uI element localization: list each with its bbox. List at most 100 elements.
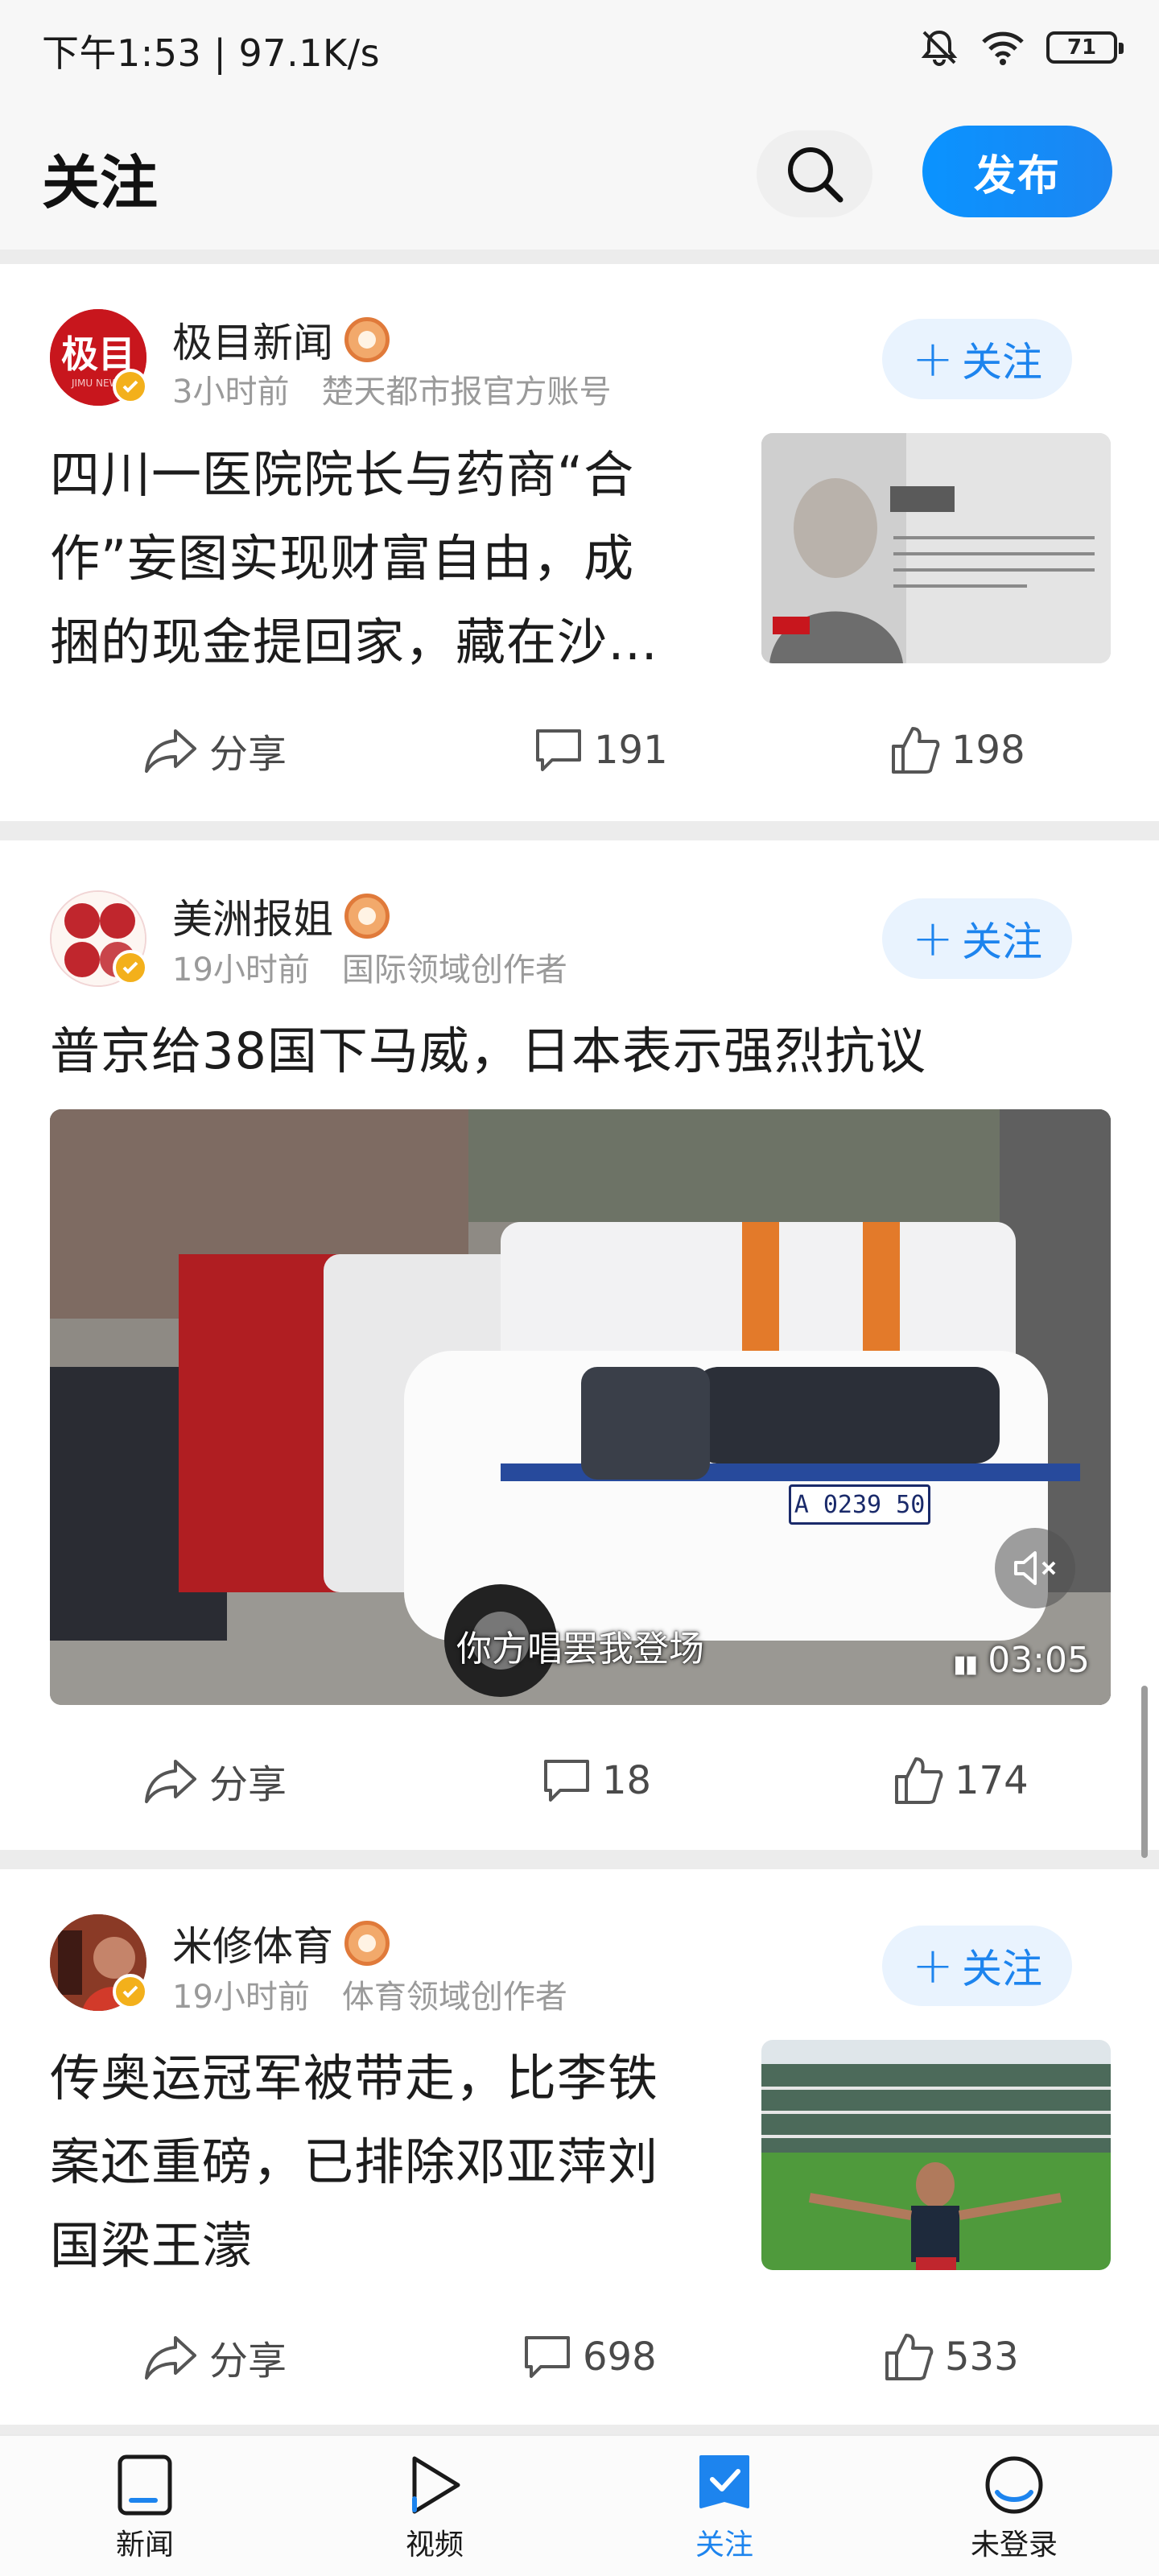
play-video-icon [412,2456,460,2514]
share-icon [145,1760,196,1803]
comment-icon [525,2336,570,2378]
mute-bell-icon [921,30,958,66]
like-button[interactable]: 198 [889,718,1025,782]
user-avatar-icon [985,2456,1043,2514]
like-count: 174 [955,1758,1029,1803]
share-button[interactable]: 分享 [143,2325,287,2389]
creator-medal-icon [344,1921,390,1966]
post-time: 3小时前 [172,374,290,411]
post-meta: 19小时前 体育领域创作者 [172,1971,567,2017]
verified-badge-icon [113,369,148,404]
creator-medal-icon [344,894,390,939]
post-time: 19小时前 [172,952,310,989]
share-button[interactable]: 分享 [143,1748,287,1813]
video-duration-text: 03:05 [988,1640,1090,1681]
headline-line: 作”妄图实现财富自由，成 [50,529,635,588]
share-label: 分享 [209,2339,287,2384]
like-button[interactable]: 533 [882,2325,1019,2389]
share-label: 分享 [209,732,287,777]
comment-count: 18 [602,1758,652,1803]
scrollbar[interactable] [1141,1686,1148,1858]
nav-follow-label: 关注 [695,2529,753,2562]
status-icons: 71 [919,27,1124,68]
share-icon [145,729,196,773]
share-label: 分享 [209,1762,287,1807]
author-description: 体育领域创作者 [341,1979,567,2016]
bars-icon: ▮▮ [953,1650,978,1678]
author-description: 楚天都市报官方账号 [321,374,612,411]
post-meta: 19小时前 国际领域创作者 [172,943,567,990]
post-headline[interactable]: 普京给38国下马威，日本表示强烈抗议 [50,1009,1111,1093]
top-bar: 下午1:53 | 97.1K/s 71 关注 发布 [0,0,1159,250]
headline-line: 国梁王濛 [50,2216,254,2275]
wifi-icon [982,31,1024,65]
follow-button[interactable]: + 关注 [882,319,1072,399]
thumbs-up-icon [885,2334,934,2380]
nav-account[interactable]: 未登录 [934,2454,1095,2563]
headline-line: 传奥运冠军被带走，比李铁 [50,2049,659,2107]
nav-video[interactable]: 视频 [354,2454,515,2563]
battery-indicator: 71 [1046,31,1124,64]
headline-line: 捆的现金提回家，藏在沙… [50,613,659,671]
post-headline[interactable]: 传奥运冠军被带走，比李铁 案还重磅，已排除邓亚萍刘 国梁王濛 [50,2037,742,2288]
news-icon [118,2454,172,2516]
like-count: 198 [951,728,1025,773]
nav-video-label: 视频 [405,2529,464,2562]
nav-news[interactable]: 新闻 [64,2454,225,2563]
comment-button[interactable]: 18 [541,1748,651,1813]
comment-button[interactable]: 698 [522,2325,657,2389]
post-card[interactable]: 美洲报姐 19小时前 国际领域创作者 + 关注 普京给38国下马威，日本表示强烈… [0,840,1159,1850]
follow-label: 关注 [961,339,1042,386]
post-meta: 3小时前 楚天都市报官方账号 [172,365,611,412]
author-name[interactable]: 极目新闻 [172,311,390,369]
muted-speaker-icon [1014,1551,1056,1585]
author-name[interactable]: 米修体育 [172,1914,390,1972]
follow-label: 关注 [961,1946,1042,1992]
license-plate: A 0239 50 [789,1484,930,1525]
page-title: 关注 [42,149,159,217]
author-name-text[interactable]: 米修体育 [172,1914,333,1972]
comment-button[interactable]: 191 [533,718,668,782]
like-button[interactable]: 174 [892,1748,1029,1813]
author-name-text[interactable]: 极目新闻 [172,311,333,369]
post-actions: 分享 191 198 [0,718,1159,782]
plus-icon: + [912,329,954,388]
thumbs-up-icon [895,1757,943,1804]
video-player[interactable]: 你方唱罢我登场 ▮▮ 03:05 A 0239 50 [50,1109,1111,1705]
like-count: 533 [945,2334,1019,2380]
post-headline[interactable]: 四川一医院院长与药商“合 作”妄图实现财富自由，成 捆的现金提回家，藏在沙… [50,433,742,684]
post-time: 19小时前 [172,1979,310,2016]
headline-line: 普京给38国下马威，日本表示强烈抗议 [50,1022,926,1080]
post-card[interactable]: 极目 JIMU NEWS 极目新闻 3小时前 楚天都市报官方账号 + 关注 四川… [0,264,1159,821]
video-duration: ▮▮ 03:05 [953,1640,1090,1681]
follow-label: 关注 [961,919,1042,965]
follow-button[interactable]: + 关注 [882,898,1072,979]
publish-button[interactable]: 发布 [922,126,1112,217]
video-frame-image [50,1109,1111,1705]
mute-toggle-button[interactable] [995,1528,1075,1608]
bottom-nav: 新闻 视频 关注 未登录 [0,2434,1159,2576]
thumbnail-image [761,2040,1111,2270]
comment-count: 698 [583,2334,657,2380]
nav-account-label: 未登录 [970,2529,1058,2562]
nav-follow[interactable]: 关注 [644,2454,805,2563]
search-button[interactable] [757,130,872,217]
thumbnail-image [761,433,1111,663]
verified-badge-icon [113,950,148,985]
comment-icon [544,1760,589,1802]
post-thumbnail[interactable] [761,433,1111,663]
author-name-text[interactable]: 美洲报姐 [172,887,333,945]
headline-line: 四川一医院院长与药商“合 [50,445,635,504]
post-thumbnail[interactable] [761,2040,1111,2270]
follow-button[interactable]: + 关注 [882,1926,1072,2006]
share-icon [145,2336,196,2380]
search-icon [788,147,843,203]
share-button[interactable]: 分享 [143,718,287,782]
author-description: 国际领域创作者 [341,952,567,989]
plus-icon: + [912,1936,954,1995]
post-card[interactable]: 米修体育 19小时前 体育领域创作者 + 关注 传奥运冠军被带走，比李铁 案还重… [0,1869,1159,2425]
nav-news-label: 新闻 [115,2529,174,2562]
creator-medal-icon [344,317,390,362]
post-actions: 分享 698 533 [0,2325,1159,2389]
author-name[interactable]: 美洲报姐 [172,887,390,945]
